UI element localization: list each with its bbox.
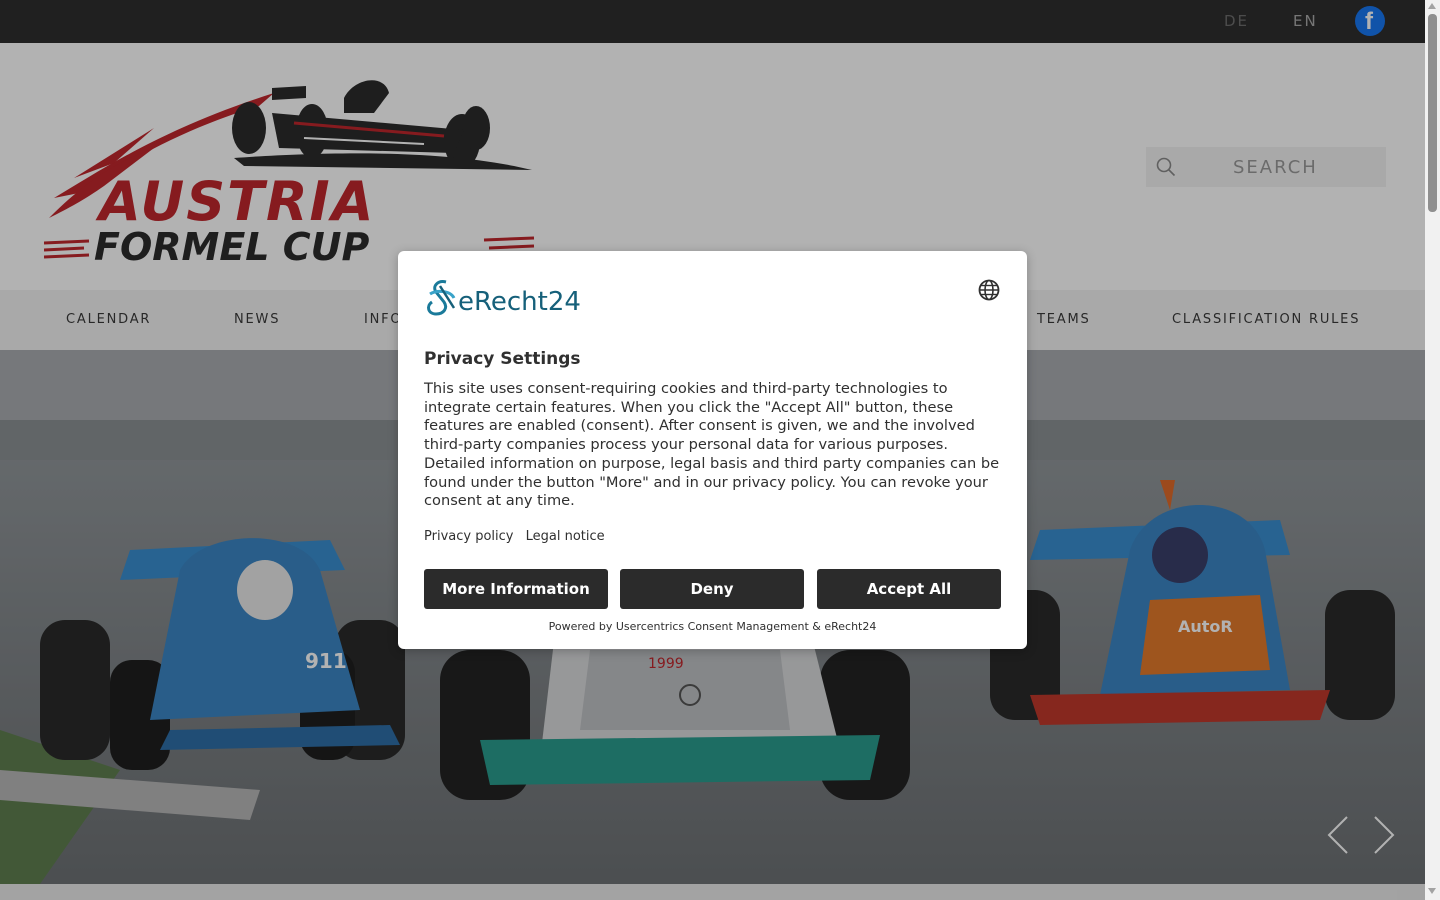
language-globe-icon[interactable]	[978, 279, 1000, 301]
dialog-description: This site uses consent-requiring cookies…	[424, 380, 1000, 510]
accept-all-button[interactable]: Accept All	[817, 569, 1001, 609]
more-information-button[interactable]: More Information	[424, 569, 608, 609]
dialog-title: Privacy Settings	[424, 349, 581, 369]
deny-button[interactable]: Deny	[620, 569, 804, 609]
powered-by-text: Powered by Usercentrics Consent Manageme…	[548, 620, 877, 633]
privacy-settings-dialog: eRecht24 Privacy Settings This site uses…	[398, 251, 1027, 649]
erecht24-brand-text: eRecht24	[458, 287, 581, 317]
erecht24-mark-icon	[427, 280, 456, 316]
dialog-links: Privacy policy Legal notice	[424, 529, 613, 544]
legal-notice-link[interactable]: Legal notice	[526, 529, 605, 544]
scroll-down-icon[interactable]	[1428, 888, 1436, 894]
privacy-policy-link[interactable]: Privacy policy	[424, 529, 513, 544]
scrollbar-thumb[interactable]	[1428, 14, 1437, 212]
scroll-up-icon[interactable]	[1428, 3, 1436, 9]
